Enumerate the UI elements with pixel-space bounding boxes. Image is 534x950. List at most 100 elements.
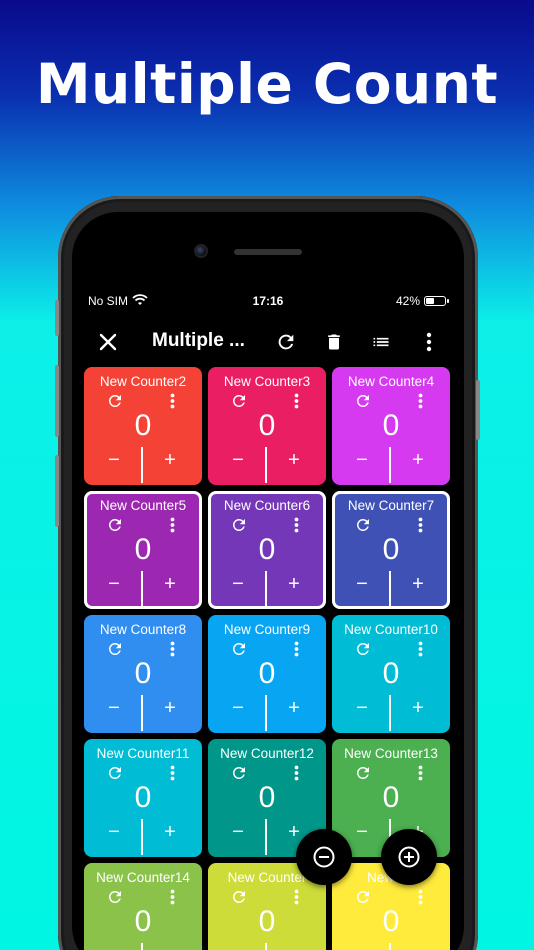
- more-vert-icon[interactable]: [287, 764, 305, 782]
- counter-card[interactable]: New Counter8 0− +: [84, 615, 202, 733]
- reset-icon[interactable]: [354, 392, 372, 410]
- counter-value: 0: [134, 657, 152, 690]
- increment-button[interactable]: +: [284, 449, 304, 472]
- counter-name: New Counter2: [99, 374, 187, 389]
- decrement-button[interactable]: −: [104, 449, 124, 472]
- decrement-button[interactable]: −: [228, 573, 248, 596]
- increment-button[interactable]: +: [160, 573, 180, 596]
- decrement-button[interactable]: −: [104, 945, 124, 950]
- status-bar: No SIM 17:16 42%: [72, 294, 464, 312]
- counter-card[interactable]: New Counter2 0− +: [84, 367, 202, 485]
- counter-card[interactable]: New Counter10 0− +: [332, 615, 450, 733]
- counter-card[interactable]: New Counter5 0− +: [84, 491, 202, 609]
- reset-icon[interactable]: [106, 888, 124, 906]
- reset-icon[interactable]: [354, 888, 372, 906]
- counter-value: 0: [382, 657, 400, 690]
- increment-button[interactable]: +: [160, 821, 180, 844]
- counter-card[interactable]: New Counter14 0 − +: [84, 863, 202, 950]
- decrement-all-button[interactable]: [296, 829, 352, 885]
- more-vert-icon[interactable]: [287, 516, 305, 534]
- more-vert-icon[interactable]: [163, 764, 181, 782]
- decrement-button[interactable]: −: [352, 573, 372, 596]
- divider: [141, 943, 143, 950]
- increment-button[interactable]: +: [284, 697, 304, 720]
- increment-all-button[interactable]: [381, 829, 437, 885]
- reset-icon[interactable]: [354, 640, 372, 658]
- phone-side-button: [55, 455, 59, 527]
- more-vert-icon[interactable]: [287, 640, 305, 658]
- reset-icon[interactable]: [354, 764, 372, 782]
- list-icon[interactable]: [367, 328, 395, 356]
- phone-side-button: [55, 365, 59, 437]
- close-icon[interactable]: [94, 328, 122, 356]
- increment-button[interactable]: +: [160, 449, 180, 472]
- counter-value: 0: [134, 409, 152, 442]
- divider: [141, 819, 143, 855]
- decrement-button[interactable]: −: [352, 821, 372, 844]
- decrement-button[interactable]: −: [352, 697, 372, 720]
- reset-icon[interactable]: [230, 640, 248, 658]
- more-vert-icon[interactable]: [163, 516, 181, 534]
- phone-side-button: [55, 300, 59, 336]
- counter-name: New Counter13: [344, 746, 438, 761]
- more-vert-icon[interactable]: [287, 392, 305, 410]
- more-vert-icon[interactable]: [411, 764, 429, 782]
- counter-card[interactable]: New Counter11 0− +: [84, 739, 202, 857]
- reset-icon[interactable]: [106, 640, 124, 658]
- reset-icon[interactable]: [106, 764, 124, 782]
- speaker-grille: [234, 249, 302, 255]
- more-vert-icon[interactable]: [415, 328, 443, 356]
- delete-icon[interactable]: [320, 328, 348, 356]
- more-vert-icon[interactable]: [163, 392, 181, 410]
- counter-value: 0: [382, 781, 400, 814]
- decrement-button[interactable]: −: [228, 821, 248, 844]
- counter-card[interactable]: New Counter4 0− +: [332, 367, 450, 485]
- more-vert-icon[interactable]: [411, 640, 429, 658]
- counter-name: New Counter9: [223, 622, 311, 637]
- counter-value: 0: [382, 409, 400, 442]
- refresh-icon[interactable]: [272, 328, 300, 356]
- reset-icon[interactable]: [230, 516, 248, 534]
- divider: [389, 447, 391, 483]
- counter-card[interactable]: New Counter3 0− +: [208, 367, 326, 485]
- increment-button[interactable]: +: [408, 945, 428, 950]
- decrement-button[interactable]: −: [228, 697, 248, 720]
- reset-icon[interactable]: [354, 516, 372, 534]
- decrement-button[interactable]: −: [104, 573, 124, 596]
- counter-name: New Counter3: [223, 374, 311, 389]
- increment-button[interactable]: +: [408, 573, 428, 596]
- increment-button[interactable]: +: [284, 573, 304, 596]
- counter-value: 0: [134, 781, 152, 814]
- more-vert-icon[interactable]: [163, 640, 181, 658]
- counter-card[interactable]: New Counter7 0− +: [332, 491, 450, 609]
- reset-icon[interactable]: [230, 888, 248, 906]
- divider: [141, 695, 143, 731]
- decrement-button[interactable]: −: [352, 449, 372, 472]
- decrement-button[interactable]: −: [228, 449, 248, 472]
- decrement-button[interactable]: −: [104, 821, 124, 844]
- more-vert-icon[interactable]: [411, 392, 429, 410]
- more-vert-icon[interactable]: [287, 888, 305, 906]
- more-vert-icon[interactable]: [411, 888, 429, 906]
- decrement-button[interactable]: −: [228, 945, 248, 950]
- increment-button[interactable]: +: [284, 945, 304, 950]
- more-vert-icon[interactable]: [411, 516, 429, 534]
- increment-button[interactable]: +: [408, 449, 428, 472]
- counter-card[interactable]: New Counter6 0− +: [208, 491, 326, 609]
- reset-icon[interactable]: [230, 392, 248, 410]
- decrement-button[interactable]: −: [352, 945, 372, 950]
- reset-icon[interactable]: [230, 764, 248, 782]
- reset-icon[interactable]: [106, 392, 124, 410]
- counter-name: New Counter10: [344, 622, 438, 637]
- camera-icon: [194, 244, 208, 258]
- counter-name: New Counter14: [96, 870, 190, 885]
- more-vert-icon[interactable]: [163, 888, 181, 906]
- counter-card[interactable]: New Counter9 0− +: [208, 615, 326, 733]
- increment-button[interactable]: +: [160, 697, 180, 720]
- reset-icon[interactable]: [106, 516, 124, 534]
- divider: [141, 571, 143, 607]
- increment-button[interactable]: +: [408, 697, 428, 720]
- battery-icon: [424, 296, 449, 306]
- decrement-button[interactable]: −: [104, 697, 124, 720]
- increment-button[interactable]: +: [160, 945, 180, 950]
